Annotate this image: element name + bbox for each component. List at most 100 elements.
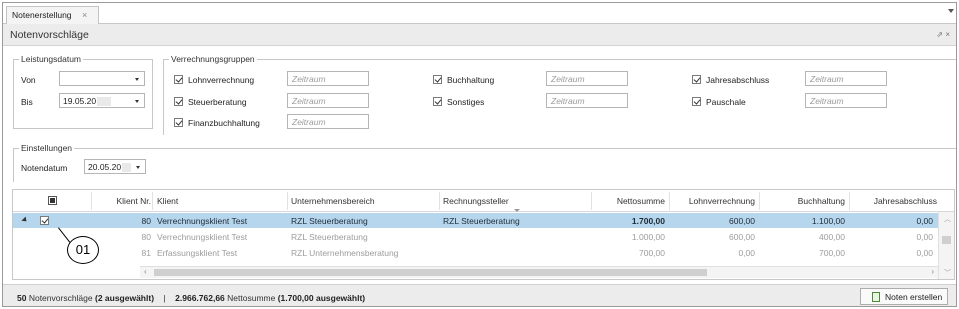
label-buchhaltung: Buchhaltung [447,75,495,85]
label-sonstiges: Sonstiges [447,97,485,107]
von-date-picker[interactable] [59,71,145,86]
cell-nettosumme: 1.000,00 [631,232,665,242]
checkbox-finanzbuchhaltung[interactable] [174,118,183,127]
tab-label: Notenerstellung [12,10,72,20]
col-jahresabschluss[interactable]: Jahresabschluss [853,196,937,206]
tab-close-icon[interactable]: × [82,10,87,20]
cell-rechnungssteller: RZL Steuerberatung [443,216,520,226]
cell-lohnverrechnung: 600,00 [729,216,755,226]
einstellungen-legend: Einstellungen [19,143,75,153]
status-summary: 50 Notenvorschläge (2 ausgewählt) | 2.96… [17,293,365,303]
cell-klient-nr: 80 [141,232,151,242]
checkbox-steuerberatung[interactable] [174,97,183,106]
col-buchhaltung[interactable]: Buchhaltung [763,196,845,206]
zeitraum-steuerberatung[interactable]: Zeitraum [287,93,369,108]
status-total-text: Nettosumme [224,293,278,303]
col-klient-nr[interactable]: Klient Nr. [97,196,152,206]
tab-overflow-chevron-icon[interactable] [948,9,954,13]
tab-strip: Notenerstellung × [3,3,956,24]
callout-badge: 01 [67,236,99,264]
cell-bereich: RZL Steuerberatung [291,216,368,226]
label-finanzbuchhaltung: Finanzbuchhaltung [188,118,260,128]
table-row[interactable]: 80 Verrechnungsklient Test RZL Steuerber… [13,229,938,244]
cell-klient: Verrechnungsklient Test [157,216,248,226]
zeitraum-buchhaltung[interactable]: Zeitraum [546,71,628,86]
verrechnungsgruppen-legend: Verrechnungsgruppen [169,54,257,64]
document-icon [872,292,880,302]
chevron-down-icon[interactable] [135,100,139,103]
status-bar: 50 Notenvorschläge (2 ausgewählt) | 2.96… [3,284,956,306]
table-row[interactable]: 80 Verrechnungsklient Test RZL Steuerber… [13,213,938,228]
checkbox-lohnverrechnung[interactable] [174,75,183,84]
label-lohnverrechnung: Lohnverrechnung [188,75,255,85]
redacted-year [97,97,112,107]
scroll-thumb[interactable] [154,269,707,276]
cell-bereich: RZL Unternehmensberatung [291,248,399,258]
horizontal-scrollbar[interactable]: ‹ › [140,266,938,278]
status-total-selected: (1.700,00 ausgewählt) [277,293,366,303]
col-lohnverrechnung[interactable]: Lohnverrechnung [673,196,755,206]
cell-klient: Verrechnungsklient Test [157,232,248,242]
panel-title: Notenvorschläge [10,29,89,41]
notendatum-value: 20.05.20 [88,162,122,172]
row-checkbox[interactable] [40,216,49,225]
chevron-down-icon[interactable] [136,166,140,169]
scroll-down-icon[interactable]: ﹀ [944,268,951,278]
cell-klient-nr: 81 [141,248,151,258]
column-separator [759,192,760,210]
notendatum-date-picker[interactable]: 20.05.20 [84,159,146,174]
scroll-left-icon[interactable]: ‹ [144,267,147,276]
expand-collapse-icon[interactable] [21,216,29,224]
panel-header: Notenvorschläge ⇗ × [3,24,956,46]
col-rechnungssteller[interactable]: Rechnungssteller [443,196,509,206]
cell-nettosumme: 700,00 [639,248,665,258]
status-count-text: Notenvorschläge [26,293,95,303]
cell-nettosumme: 1.700,00 [631,216,665,226]
notenvorschlaege-grid: Klient Nr. Klient Unternehmensbereich Re… [12,189,955,280]
chevron-down-icon[interactable] [135,78,139,81]
cell-lohnverrechnung: 0,00 [738,248,755,258]
zeitraum-pauschale[interactable]: Zeitraum [805,93,887,108]
zeitraum-lohnverrechnung[interactable]: Zeitraum [287,71,369,86]
table-row[interactable]: 81 Erfassungsklient Test RZL Unternehmen… [13,245,938,260]
col-nettosumme[interactable]: Nettosumme [593,196,665,206]
von-label: Von [21,75,36,85]
col-klient[interactable]: Klient [157,196,178,206]
cell-buchhaltung: 1.100,00 [811,216,845,226]
checkbox-sonstiges[interactable] [433,97,442,106]
checkbox-buchhaltung[interactable] [433,75,442,84]
column-separator [669,192,670,210]
cell-jahresabschluss: 0,00 [916,232,933,242]
sort-indicator-icon [514,209,520,212]
checkbox-jahresabschluss[interactable] [692,75,701,84]
col-unternehmensbereich[interactable]: Unternehmensbereich [291,196,375,206]
column-separator [91,192,92,210]
zeitraum-jahresabschluss[interactable]: Zeitraum [805,71,887,86]
select-all-checkbox[interactable] [48,196,57,205]
notendatum-label: Notendatum [21,163,68,173]
cell-jahresabschluss: 0,00 [916,216,933,226]
noten-erstellen-button[interactable]: Noten erstellen [860,288,948,305]
cell-bereich: RZL Steuerberatung [291,232,368,242]
vertical-scrollbar[interactable]: ︿ ﹀ [938,212,954,279]
scroll-thumb[interactable] [942,236,951,244]
tab-notenerstellung[interactable]: Notenerstellung × [6,6,99,24]
panel-undock-close-icon[interactable]: ⇗ × [936,30,950,39]
scroll-up-icon[interactable]: ︿ [944,214,951,224]
label-steuerberatung: Steuerberatung [188,97,247,107]
bis-date-picker[interactable]: 19.05.20 [59,93,145,108]
column-separator [849,192,850,210]
column-separator [152,192,153,210]
cell-buchhaltung: 700,00 [819,248,845,258]
einstellungen-group: Einstellungen [13,143,956,182]
scroll-right-icon[interactable]: › [931,267,934,276]
label-jahresabschluss: Jahresabschluss [706,75,770,85]
zeitraum-finanzbuchhaltung[interactable]: Zeitraum [287,114,369,129]
zeitraum-sonstiges[interactable]: Zeitraum [546,93,628,108]
leistungsdatum-legend: Leistungsdatum [19,54,84,64]
checkbox-pauschale[interactable] [692,97,701,106]
grid-header: Klient Nr. Klient Unternehmensbereich Re… [13,190,954,212]
status-separator: | [163,293,166,303]
noten-erstellen-label: Noten erstellen [885,292,943,302]
column-separator [287,192,288,210]
